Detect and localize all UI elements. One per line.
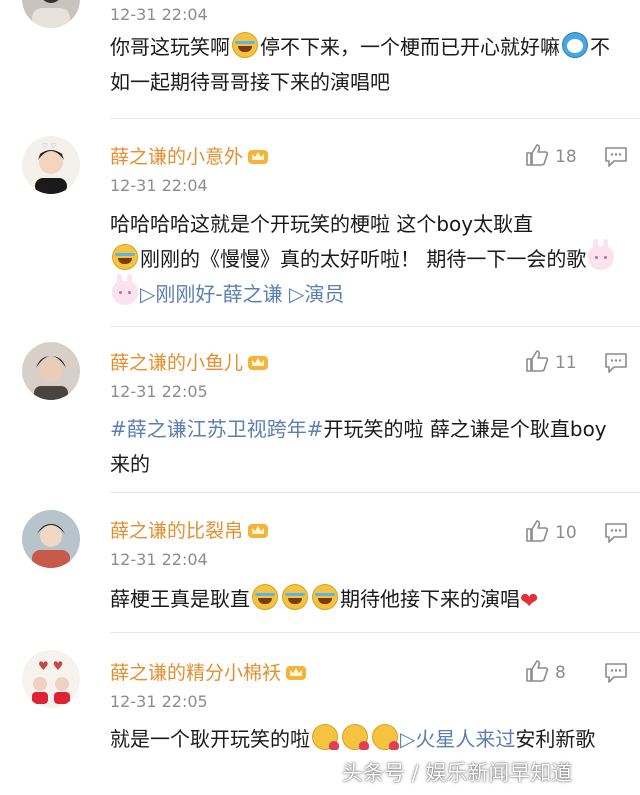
- like-count: 11: [555, 353, 577, 373]
- comment-icon[interactable]: [604, 352, 628, 374]
- username-text: 薛之谦的比裂帛: [110, 520, 244, 542]
- avatar[interactable]: ♥ ♥: [22, 650, 80, 708]
- like-button[interactable]: 10: [525, 520, 577, 543]
- username[interactable]: 薛之谦的小意外: [110, 142, 269, 169]
- username-text: 薛之谦的小意外: [110, 146, 244, 168]
- crown-icon: [248, 356, 269, 370]
- comment-time: 12-31 22:04: [110, 176, 208, 195]
- comment-text-segment: 薛梗王真是耿直: [110, 587, 250, 611]
- comment-icon[interactable]: [604, 662, 628, 684]
- avatar[interactable]: [22, 510, 80, 568]
- svg-text:♡ ♡: ♡ ♡: [42, 142, 57, 150]
- crown-icon: [248, 524, 269, 538]
- comment-text-segment: 就是一个耿开玩笑的啦: [110, 727, 310, 751]
- like-count: 18: [555, 147, 577, 167]
- song-link[interactable]: ▷演员: [289, 282, 344, 306]
- kiss-emoji-icon: [372, 724, 399, 750]
- comment-text: 你哥这玩笑啊 停不下来，一个梗而已开心就好嘛 不如一起期待哥哥接下来的演唱吧: [110, 30, 620, 100]
- username[interactable]: 薛之谦的小鱼儿: [110, 348, 269, 375]
- comment-icon[interactable]: [604, 522, 628, 544]
- red-heart-icon: ❤: [520, 589, 539, 614]
- avatar[interactable]: [22, 0, 80, 28]
- song-link[interactable]: ▷火星人来过: [400, 727, 515, 751]
- comment-text-segment: 停不下来，一个梗而已开心就好嘛: [260, 35, 560, 59]
- comment-text: 哈哈哈哈这就是个开玩笑的梗啦 这个boy太耿直刚刚的《慢慢》真的太好听啦！ 期待…: [110, 207, 620, 312]
- comment-item: 薛之谦的小鱼儿 12-31 22:05 11 #薛之谦江苏卫视跨年#开玩笑的啦 …: [0, 326, 640, 492]
- comment-item: 12-31 22:04 你哥这玩笑啊 停不下来，一个梗而已开心就好嘛 不如一起期待哥…: [0, 0, 640, 118]
- comment-text-segment: 期待他接下来的演唱: [340, 587, 520, 611]
- crown-icon: [248, 150, 269, 164]
- bunny-emoji-icon: [588, 239, 615, 270]
- username[interactable]: 薛之谦的比裂帛: [110, 516, 269, 543]
- thumbs-up-icon: [526, 144, 549, 166]
- comment-item: ♡ ♡ 薛之谦的小意外 12-31 22:04 18 哈哈哈哈这就是个开玩笑的梗…: [0, 118, 640, 326]
- watermark: 头条号 / 娱乐新闻早知道: [342, 761, 573, 785]
- comment-item: 薛之谦的比裂帛 12-31 22:04 10 薛梗王真是耿直 期待他接下来的演唱❤: [0, 492, 640, 632]
- like-button[interactable]: 18: [525, 144, 577, 167]
- crown-icon: [286, 666, 307, 680]
- song-link[interactable]: ▷刚刚好-薛之谦: [140, 282, 283, 306]
- comment-text-segment: 刚刚的《慢慢》真的太好听啦！ 期待一下一会的歌: [140, 247, 587, 271]
- comment-text: #薛之谦江苏卫视跨年#开玩笑的啦 薛之谦是个耿直boy来的: [110, 412, 620, 482]
- comment-text-segment: 你哥这玩笑啊: [110, 35, 230, 59]
- username-text: 薛之谦的小鱼儿: [110, 352, 244, 374]
- comment-text: 就是一个耿开玩笑的啦 ▷火星人来过安利新歌: [110, 722, 620, 757]
- comment-icon[interactable]: [604, 146, 628, 168]
- laughing-emoji-icon: [112, 244, 138, 270]
- like-button[interactable]: 11: [525, 350, 577, 373]
- comment-time: 12-31 22:05: [110, 382, 208, 401]
- thumbs-up-icon: [526, 520, 549, 542]
- comment-time: 12-31 22:04: [110, 550, 208, 569]
- kiss-emoji-icon: [342, 724, 369, 750]
- svg-text:♥ ♥: ♥ ♥: [38, 659, 63, 673]
- comment-time: 12-31 22:05: [110, 692, 208, 711]
- doraemon-emoji-icon: [562, 32, 588, 58]
- kiss-emoji-icon: [312, 724, 339, 750]
- bunny-emoji-icon: [112, 274, 138, 305]
- laughing-emoji-icon: [252, 584, 278, 610]
- laughing-emoji-icon: [312, 584, 338, 610]
- comment-text-segment: 安利新歌: [515, 727, 596, 751]
- username[interactable]: 薛之谦的精分小棉袄: [110, 658, 307, 685]
- like-count: 8: [555, 663, 566, 683]
- topic-link[interactable]: #薛之谦江苏卫视跨年#: [110, 417, 324, 441]
- comment-text-segment: 哈哈哈哈这就是个开玩笑的梗啦 这个boy太耿直: [110, 212, 534, 236]
- like-count: 10: [555, 523, 577, 543]
- laughing-emoji-icon: [232, 32, 258, 58]
- thumbs-up-icon: [526, 350, 549, 372]
- thumbs-up-icon: [526, 660, 549, 682]
- avatar[interactable]: [22, 342, 80, 400]
- comment-text: 薛梗王真是耿直 期待他接下来的演唱❤: [110, 582, 620, 619]
- avatar[interactable]: ♡ ♡: [22, 136, 80, 194]
- comment-time: 12-31 22:04: [110, 5, 208, 24]
- laughing-emoji-icon: [282, 584, 308, 610]
- like-button[interactable]: 8: [525, 660, 566, 683]
- username-text: 薛之谦的精分小棉袄: [110, 662, 282, 684]
